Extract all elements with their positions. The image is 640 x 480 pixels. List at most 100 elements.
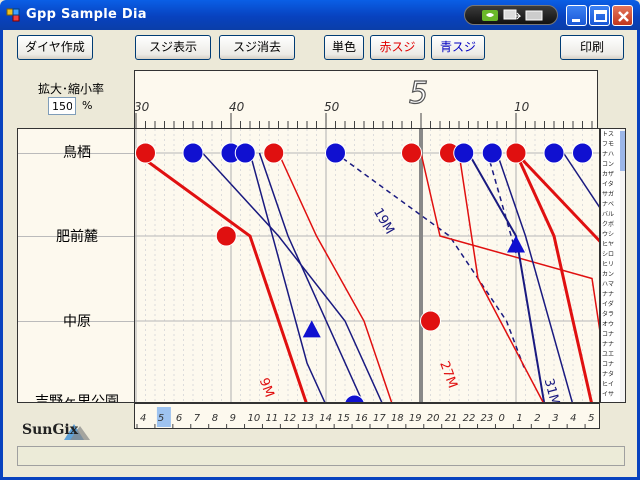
station-code-item[interactable]: コン bbox=[602, 161, 620, 169]
minimize-button[interactable] bbox=[566, 5, 587, 26]
hour-tick-label: 16 bbox=[355, 413, 368, 424]
train-stop-marker bbox=[543, 142, 565, 164]
station-code-item[interactable]: ハマ bbox=[602, 281, 620, 289]
hour-ruler[interactable]: 4 5 6 7 8 9 10 11 12 13 14 15 16 17 18 19 20 21 22 23 0 1 2 3 4 5 bbox=[134, 403, 600, 429]
monitor-icon[interactable] bbox=[525, 9, 543, 22]
station-code-item[interactable]: ナベ bbox=[602, 201, 620, 209]
train-stop-marker bbox=[263, 142, 285, 164]
minimize-icon bbox=[572, 19, 580, 22]
time-ruler-graphic: 30405010205 bbox=[135, 75, 593, 129]
train-stop-marker bbox=[234, 142, 256, 164]
train-stop-marker bbox=[453, 142, 475, 164]
hour-tick-label: 5 bbox=[588, 413, 594, 424]
zoom-label: 拡大･縮小率 bbox=[38, 82, 105, 96]
train-stop-marker bbox=[420, 310, 441, 332]
train-stop-marker bbox=[135, 142, 156, 164]
station-code-item[interactable]: イタ bbox=[602, 181, 620, 189]
station-code-item[interactable]: カザ bbox=[602, 171, 620, 179]
station-code-list[interactable]: トス フモ ナハ コン カザ イタ サガ ナベ バル クボ ウシ ヒヤ シロ ヒリ カン ハマ ナナ イダ タラ オウ… bbox=[600, 128, 626, 403]
train-stop-marker bbox=[215, 225, 237, 247]
station-code-item[interactable]: バル bbox=[602, 211, 620, 219]
station-label[interactable]: 肥前麓 bbox=[18, 226, 135, 246]
side-list-scroll-thumb[interactable] bbox=[620, 131, 625, 171]
station-label[interactable]: 中原 bbox=[18, 311, 135, 331]
train-stop-marker bbox=[344, 394, 365, 402]
station-code-item[interactable]: サガ bbox=[602, 191, 620, 199]
hour-tick-label: 4 bbox=[570, 413, 576, 424]
station-label[interactable]: 吉野ヶ里公園 bbox=[18, 391, 135, 402]
train-diagram-chart: 19M35M9M27M31M bbox=[135, 129, 599, 402]
station-code-item[interactable]: ナタ bbox=[602, 371, 620, 379]
hour-tick-label: 3 bbox=[552, 413, 558, 424]
print-button[interactable]: 印刷 bbox=[560, 35, 624, 60]
hour-tick-label: 9 bbox=[230, 413, 236, 424]
hour-tick-label: 15 bbox=[337, 413, 350, 424]
hour-tick-label: 5 bbox=[158, 413, 164, 424]
train-stop-marker bbox=[182, 142, 204, 164]
station-code-item[interactable]: トス bbox=[602, 131, 620, 139]
hour-tick-label: 18 bbox=[391, 413, 404, 424]
arrival-marker bbox=[507, 235, 525, 253]
station-code-item[interactable]: コナ bbox=[602, 331, 620, 339]
station-code-item[interactable]: カン bbox=[602, 271, 620, 279]
station-code-item[interactable]: シロ bbox=[602, 251, 620, 259]
station-code-item[interactable]: ナハ bbox=[602, 151, 620, 159]
hour-tick-label: 20 bbox=[427, 413, 440, 424]
station-code-item[interactable]: コナ bbox=[602, 361, 620, 369]
hour-tick-label: 12 bbox=[283, 413, 296, 424]
station-code-item[interactable]: クボ bbox=[602, 221, 620, 229]
hour-tick-label: 0 bbox=[498, 413, 504, 424]
close-button[interactable] bbox=[612, 5, 633, 26]
hide-lines-button[interactable]: スジ消去 bbox=[219, 35, 295, 60]
station-code-item[interactable]: フモ bbox=[602, 141, 620, 149]
show-lines-button[interactable]: スジ表示 bbox=[135, 35, 211, 60]
hour-tick-label: 1 bbox=[516, 413, 522, 424]
create-diagram-button[interactable]: ダイヤ作成 bbox=[17, 35, 93, 60]
train-diagram[interactable]: 19M35M9M27M31M bbox=[134, 128, 600, 403]
station-code-item[interactable]: イダ bbox=[602, 301, 620, 309]
app-icon bbox=[6, 8, 20, 22]
hour-tick-label: 4 bbox=[140, 413, 146, 424]
train-line bbox=[562, 152, 599, 208]
close-icon bbox=[618, 11, 629, 22]
station-code-item[interactable]: ナナ bbox=[602, 291, 620, 299]
nvidia-icon[interactable] bbox=[481, 9, 499, 22]
station-code-item[interactable]: イサ bbox=[602, 391, 620, 399]
station-code-item[interactable]: ナナ bbox=[602, 341, 620, 349]
train-line-35M bbox=[514, 151, 599, 243]
hour-tick-label: 13 bbox=[301, 413, 314, 424]
train-stop-marker bbox=[481, 142, 503, 164]
hour-tick-label: 23 bbox=[481, 413, 494, 424]
display-icon[interactable] bbox=[503, 9, 521, 22]
minute-tick-label: 30 bbox=[135, 100, 150, 114]
side-list-scrollbar[interactable] bbox=[620, 129, 625, 402]
hour-tick-label: 6 bbox=[176, 413, 182, 424]
maximize-button[interactable] bbox=[589, 5, 610, 26]
station-code-item[interactable]: ヒイ bbox=[602, 381, 620, 389]
zoom-unit: % bbox=[82, 99, 93, 112]
station-code-item[interactable]: ユエ bbox=[602, 351, 620, 359]
time-ruler[interactable]: 30405010205 bbox=[134, 70, 598, 130]
station-code-item[interactable]: ヒヤ bbox=[602, 241, 620, 249]
zoom-input[interactable] bbox=[48, 97, 76, 115]
station-code-item[interactable]: ヒリ bbox=[602, 261, 620, 269]
hour-tick-label: 11 bbox=[265, 413, 278, 424]
red-lines-button[interactable]: 赤スジ bbox=[370, 35, 425, 60]
station-code-item[interactable]: オウ bbox=[602, 321, 620, 329]
station-code-item[interactable]: ウシ bbox=[602, 231, 620, 239]
hour-tick-label: 10 bbox=[248, 413, 261, 424]
station-code-item[interactable]: タラ bbox=[602, 311, 620, 319]
train-stop-marker bbox=[505, 142, 527, 164]
minute-tick-label: 50 bbox=[324, 100, 340, 114]
station-label[interactable]: 鳥栖 bbox=[18, 142, 135, 162]
blue-lines-button[interactable]: 青スジ bbox=[431, 35, 485, 60]
train-stop-marker bbox=[572, 142, 593, 164]
hour-ruler-graphic: 4 5 6 7 8 9 10 11 12 13 14 15 16 17 18 19 20 21 22 23 0 1 2 3 4 5 bbox=[136, 407, 594, 428]
tray-toolbar bbox=[464, 5, 558, 25]
maximize-icon bbox=[594, 10, 607, 22]
minute-tick-label: 40 bbox=[229, 100, 245, 114]
mono-color-button[interactable]: 単色 bbox=[324, 35, 364, 60]
hour-label: 5 bbox=[409, 76, 428, 111]
hour-tick-label: 17 bbox=[373, 413, 386, 424]
window-title: Gpp Sample Dia bbox=[26, 7, 147, 22]
